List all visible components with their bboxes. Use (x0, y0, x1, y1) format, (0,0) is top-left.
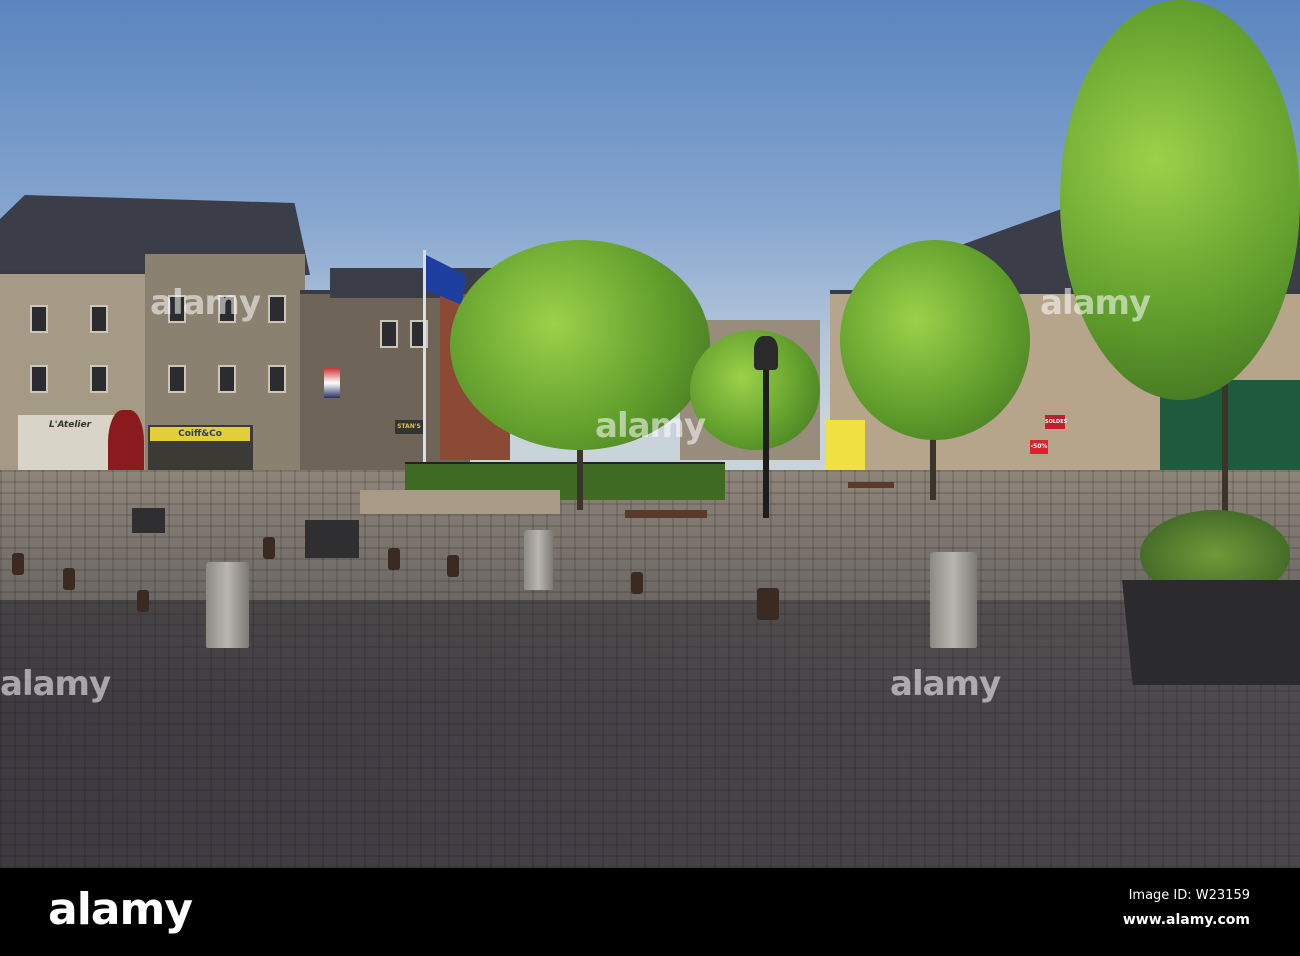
watermark: alamy (890, 664, 1001, 704)
planter (132, 508, 165, 533)
tree (1060, 0, 1300, 400)
shop-sign-soldes: SOLDES (1045, 415, 1067, 429)
uk-flag (324, 368, 340, 398)
post (447, 555, 459, 577)
photo: L'Atelier Coiff&Co STAN'S SOLDES -50% al… (0, 0, 1300, 868)
watermark: alamy (595, 406, 706, 446)
shop-sign-discount: -50% (1030, 440, 1048, 454)
bollard (930, 552, 977, 648)
bollard (206, 562, 249, 648)
bench (848, 482, 894, 488)
planter-large (1122, 580, 1300, 685)
flagpole (423, 250, 426, 470)
watermark: alamy (1040, 283, 1151, 323)
tree (840, 240, 1030, 440)
shadow (0, 600, 1300, 868)
post (757, 588, 779, 620)
shopfront-yellow (825, 420, 865, 470)
post (12, 553, 24, 575)
bench (625, 510, 707, 518)
footer-bar (0, 868, 1300, 956)
shop-sign-stans: STAN'S (395, 420, 423, 434)
steps (360, 490, 560, 514)
post (631, 572, 643, 594)
shop-sign-atelier: L'Atelier (48, 420, 92, 430)
post (263, 537, 275, 559)
image-id: Image ID: W23159 (1128, 888, 1250, 903)
post (63, 568, 75, 590)
watermark: alamy (150, 283, 261, 323)
watermark: alamy (0, 664, 111, 704)
post (137, 590, 149, 612)
bollard (524, 530, 553, 590)
street-lamp-head (754, 336, 778, 370)
planter (305, 520, 359, 558)
alamy-logo: alamy (48, 884, 193, 935)
site-url: www.alamy.com (1122, 912, 1250, 928)
shop-sign-coiff: Coiff&Co (150, 427, 250, 441)
post (388, 548, 400, 570)
